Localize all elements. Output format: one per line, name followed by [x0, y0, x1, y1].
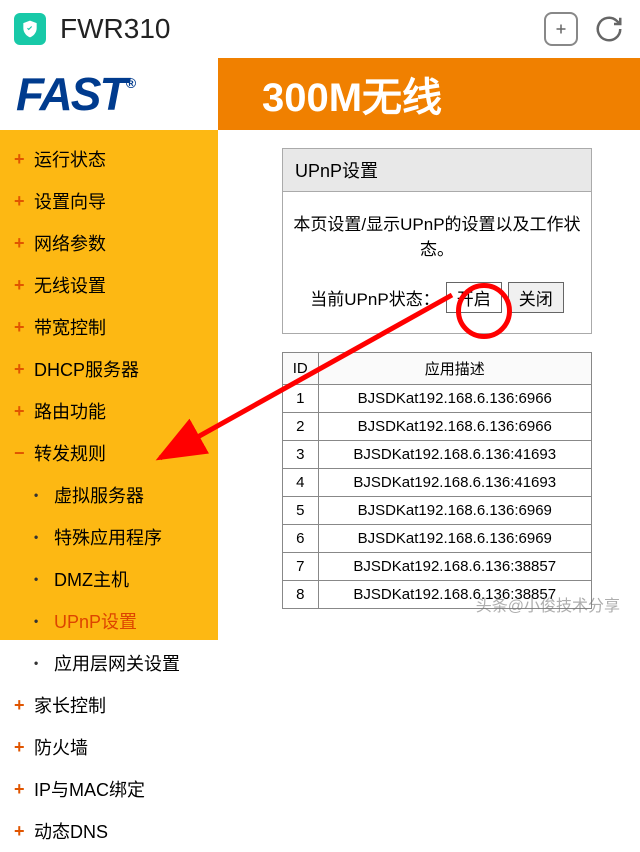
cell-desc: BJSDKat192.168.6.136:41693 [318, 441, 592, 469]
bullet-icon: • [34, 488, 46, 502]
sidebar-item-label: 带宽控制 [34, 314, 106, 340]
col-desc: 应用描述 [318, 353, 592, 385]
cell-id: 8 [283, 581, 319, 609]
col-id: ID [283, 353, 319, 385]
main-area: UPnP设置 本页设置/显示UPnP的设置以及工作状态。 当前UPnP状态： 开… [218, 58, 640, 640]
cell-desc: BJSDKat192.168.6.136:6966 [318, 413, 592, 441]
sidebar-item[interactable]: • DMZ主机 [0, 558, 218, 600]
panel-title: UPnP设置 [283, 149, 591, 192]
bullet-icon: + [14, 317, 26, 338]
sidebar-item-label: 虚拟服务器 [54, 482, 144, 508]
sidebar-item[interactable]: + 路由功能 [0, 390, 218, 432]
sidebar-item-label: 网络参数 [34, 230, 106, 256]
sidebar-item[interactable]: + DHCP服务器 [0, 348, 218, 390]
sidebar-item-label: 应用层网关设置 [54, 650, 180, 676]
cell-id: 5 [283, 497, 319, 525]
cell-id: 4 [283, 469, 319, 497]
panel-desc: 本页设置/显示UPnP的设置以及工作状态。 [293, 210, 581, 260]
sidebar-item[interactable]: + 带宽控制 [0, 306, 218, 348]
cell-id: 2 [283, 413, 319, 441]
sidebar-item[interactable]: + 网络参数 [0, 222, 218, 264]
bullet-icon: • [34, 614, 46, 628]
status-row: 当前UPnP状态： 开启 关闭 [293, 282, 581, 313]
header-band: FAST® 300M无线 [0, 58, 640, 130]
cell-id: 3 [283, 441, 319, 469]
bullet-icon: + [14, 233, 26, 254]
sidebar-item-label: 转发规则 [34, 440, 106, 466]
sidebar-item[interactable]: + 家长控制 [0, 684, 218, 726]
cell-desc: BJSDKat192.168.6.136:6966 [318, 385, 592, 413]
cell-desc: BJSDKat192.168.6.136:41693 [318, 469, 592, 497]
sidebar-item[interactable]: • 应用层网关设置 [0, 642, 218, 684]
sidebar-item-label: 家长控制 [34, 692, 106, 718]
enable-button[interactable]: 开启 [446, 282, 502, 313]
table-row: 6BJSDKat192.168.6.136:6969 [283, 525, 592, 553]
sidebar-item-label: DMZ主机 [54, 566, 129, 592]
bullet-icon: + [14, 821, 26, 842]
upnp-table: ID 应用描述 1BJSDKat192.168.6.136:69662BJSDK… [282, 352, 592, 609]
bullet-icon: + [14, 401, 26, 422]
table-row: 4BJSDKat192.168.6.136:41693 [283, 469, 592, 497]
logo-area: FAST® [0, 58, 218, 130]
cell-id: 1 [283, 385, 319, 413]
address-text[interactable]: FWR310 [60, 13, 530, 45]
banner-text: 300M无线 [218, 58, 640, 130]
reload-button[interactable] [592, 12, 626, 46]
bullet-icon: + [14, 275, 26, 296]
table-row: 3BJSDKat192.168.6.136:41693 [283, 441, 592, 469]
bullet-icon: + [14, 695, 26, 716]
watermark: 头条@小俊技术分享 [476, 592, 620, 616]
sidebar: +运行状态+设置向导+网络参数+无线设置+带宽控制+DHCP服务器+路由功能−转… [0, 58, 218, 640]
cell-id: 7 [283, 553, 319, 581]
sidebar-item[interactable]: + 设置向导 [0, 180, 218, 222]
sidebar-item[interactable]: + 防火墙 [0, 726, 218, 768]
sidebar-item-label: 防火墙 [34, 734, 88, 760]
sidebar-item[interactable]: + IP与MAC绑定 [0, 768, 218, 810]
bullet-icon: + [14, 359, 26, 380]
sidebar-item[interactable]: • 虚拟服务器 [0, 474, 218, 516]
cell-id: 6 [283, 525, 319, 553]
sidebar-item-label: 运行状态 [34, 146, 106, 172]
bullet-icon: + [14, 191, 26, 212]
logo-text: FAST® [16, 67, 134, 121]
cell-desc: BJSDKat192.168.6.136:6969 [318, 525, 592, 553]
sidebar-item-label: UPnP设置 [54, 608, 137, 634]
sidebar-item[interactable]: + 动态DNS [0, 810, 218, 852]
bullet-icon: • [34, 656, 46, 670]
sidebar-item-label: 动态DNS [34, 818, 108, 844]
sidebar-item-label: 无线设置 [34, 272, 106, 298]
sidebar-item[interactable]: −转发规则 [0, 432, 218, 474]
cell-desc: BJSDKat192.168.6.136:6969 [318, 497, 592, 525]
table-row: 1BJSDKat192.168.6.136:6966 [283, 385, 592, 413]
bullet-icon: • [34, 572, 46, 586]
table-row: 5BJSDKat192.168.6.136:6969 [283, 497, 592, 525]
sidebar-item[interactable]: + 无线设置 [0, 264, 218, 306]
shield-icon [14, 13, 46, 45]
bullet-icon: + [14, 149, 26, 170]
sidebar-item[interactable]: • UPnP设置 [0, 600, 218, 642]
bullet-icon: + [14, 779, 26, 800]
bullet-icon: • [34, 530, 46, 544]
table-row: 7BJSDKat192.168.6.136:38857 [283, 553, 592, 581]
sidebar-item-label: DHCP服务器 [34, 356, 139, 382]
bullet-icon: + [14, 737, 26, 758]
sidebar-item-label: 设置向导 [34, 188, 106, 214]
bookmark-button[interactable] [544, 12, 578, 46]
sidebar-item[interactable]: + 运行状态 [0, 138, 218, 180]
bullet-icon: − [14, 443, 26, 464]
sidebar-item-label: 特殊应用程序 [54, 524, 162, 550]
table-row: 2BJSDKat192.168.6.136:6966 [283, 413, 592, 441]
sidebar-item[interactable]: • 特殊应用程序 [0, 516, 218, 558]
cell-desc: BJSDKat192.168.6.136:38857 [318, 553, 592, 581]
status-label: 当前UPnP状态： [310, 285, 439, 310]
sidebar-item-label: IP与MAC绑定 [34, 776, 145, 802]
sidebar-item-label: 路由功能 [34, 398, 106, 424]
browser-bar: FWR310 [0, 0, 640, 58]
disable-button[interactable]: 关闭 [508, 282, 564, 313]
upnp-panel: UPnP设置 本页设置/显示UPnP的设置以及工作状态。 当前UPnP状态： 开… [282, 148, 592, 334]
